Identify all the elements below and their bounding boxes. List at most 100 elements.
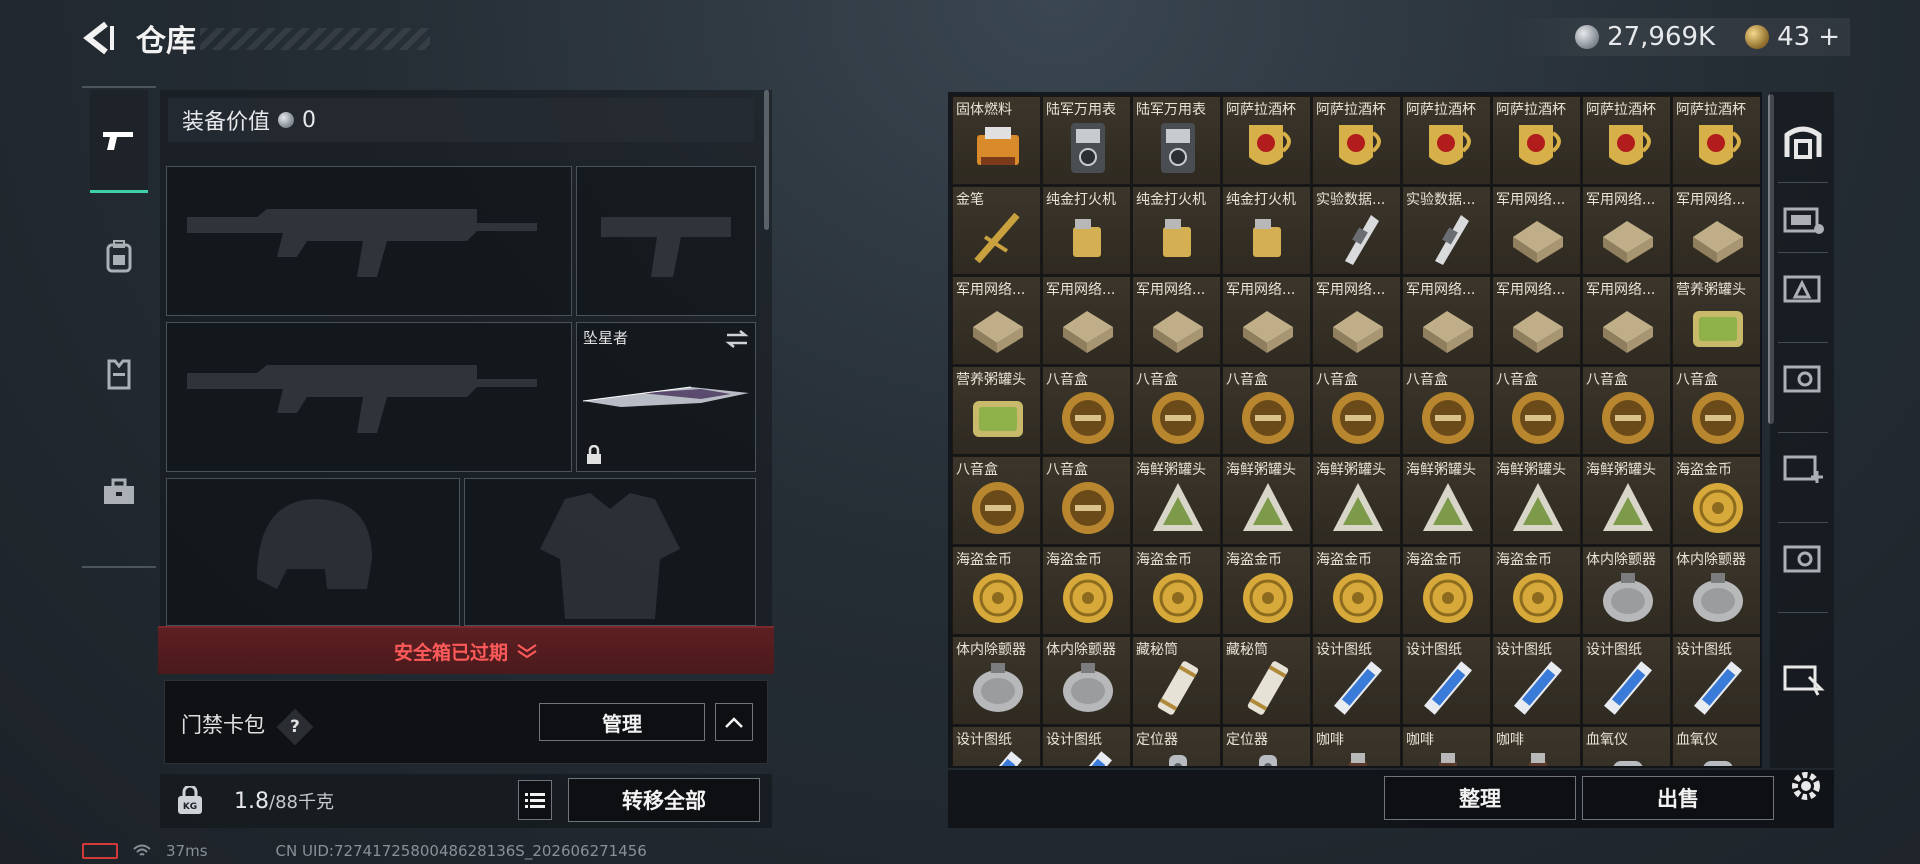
stash-item[interactable]: 八音盒 <box>1042 366 1131 455</box>
stash-item[interactable]: 定位器 <box>1132 726 1221 766</box>
stash-item[interactable]: 设计图纸 <box>1042 726 1131 766</box>
back-button[interactable] <box>80 20 116 56</box>
loadout-scrollbar[interactable] <box>764 90 769 230</box>
manage-button[interactable]: 管理 <box>539 703 705 741</box>
rail-item-storage-2[interactable] <box>1778 262 1828 312</box>
stash-item[interactable]: 体内除颤器 <box>1582 546 1671 635</box>
stash-item[interactable]: 纯金打火机 <box>1132 186 1221 275</box>
stash-item[interactable]: 金笔 <box>952 186 1041 275</box>
secondary-weapon-slot[interactable] <box>166 322 572 472</box>
stash-item[interactable]: 咖啡 <box>1402 726 1491 766</box>
stash-item[interactable]: 咖啡 <box>1312 726 1401 766</box>
primary-weapon-slot[interactable] <box>166 166 572 316</box>
stash-item[interactable]: 海鲜粥罐头 <box>1492 456 1581 545</box>
stash-item[interactable]: 海鲜粥罐头 <box>1132 456 1221 545</box>
swap-icon[interactable] <box>725 329 749 349</box>
stash-item[interactable]: 体内除颤器 <box>1672 546 1760 635</box>
stash-item[interactable]: 军用网络... <box>1672 186 1760 275</box>
stash-item[interactable]: 军用网络... <box>1492 186 1581 275</box>
stash-item[interactable]: 纯金打火机 <box>1042 186 1131 275</box>
stash-item[interactable]: 实验数据... <box>1312 186 1401 275</box>
stash-item[interactable]: 八音盒 <box>1402 366 1491 455</box>
stash-item[interactable]: 阿萨拉酒杯 <box>1582 96 1671 185</box>
stash-item[interactable]: 海鲜粥罐头 <box>1312 456 1401 545</box>
collapse-button[interactable] <box>715 703 753 741</box>
stash-item[interactable]: 阿萨拉酒杯 <box>1222 96 1311 185</box>
stash-item[interactable]: 陆军万用表 <box>1042 96 1131 185</box>
stash-item[interactable]: 营养粥罐头 <box>952 366 1041 455</box>
stash-item[interactable]: 军用网络... <box>1132 276 1221 365</box>
rail-item-storage-3[interactable] <box>1778 352 1828 402</box>
helmet-slot[interactable] <box>166 478 460 626</box>
stash-item[interactable]: 军用网络... <box>1582 186 1671 275</box>
stash-item[interactable]: 设计图纸 <box>952 726 1041 766</box>
rail-item-storage-5[interactable] <box>1778 652 1828 702</box>
list-view-button[interactable] <box>518 780 552 820</box>
tab-weapons[interactable] <box>90 90 148 193</box>
melee-slot[interactable]: 坠星者 <box>576 322 756 472</box>
stash-item[interactable]: 八音盒 <box>1312 366 1401 455</box>
stash-item[interactable]: 阿萨拉酒杯 <box>1312 96 1401 185</box>
stash-item[interactable]: 海盗金币 <box>1492 546 1581 635</box>
stash-item[interactable]: 阿萨拉酒杯 <box>1672 96 1760 185</box>
stash-item[interactable]: 八音盒 <box>1042 456 1131 545</box>
stash-item[interactable]: 海盗金币 <box>952 546 1041 635</box>
rail-item-storage-1[interactable] <box>1778 192 1828 242</box>
stash-item[interactable]: 军用网络... <box>1042 276 1131 365</box>
tab-toolbox[interactable] <box>90 442 148 542</box>
stash-item[interactable]: 血氧仪 <box>1582 726 1671 766</box>
stash-item[interactable]: 阿萨拉酒杯 <box>1402 96 1491 185</box>
stash-item[interactable]: 纯金打火机 <box>1222 186 1311 275</box>
stash-item[interactable]: 海盗金币 <box>1672 456 1760 545</box>
safe-box-expired-banner[interactable]: 安全箱已过期 <box>158 626 774 674</box>
stash-item[interactable]: 军用网络... <box>952 276 1041 365</box>
stash-item[interactable]: 军用网络... <box>1222 276 1311 365</box>
stash-item[interactable]: 军用网络... <box>1312 276 1401 365</box>
tab-vest[interactable] <box>90 324 148 424</box>
stash-item[interactable]: 八音盒 <box>1582 366 1671 455</box>
stash-item[interactable]: 海盗金币 <box>1402 546 1491 635</box>
stash-item[interactable]: 体内除颤器 <box>952 636 1041 725</box>
armor-slot[interactable] <box>464 478 756 626</box>
stash-item[interactable]: 海鲜粥罐头 <box>1582 456 1671 545</box>
stash-item[interactable]: 八音盒 <box>1132 366 1221 455</box>
stash-item[interactable]: 军用网络... <box>1402 276 1491 365</box>
stash-item[interactable]: 海鲜粥罐头 <box>1222 456 1311 545</box>
stash-item[interactable]: 营养粥罐头 <box>1672 276 1760 365</box>
stash-item[interactable]: 设计图纸 <box>1492 636 1581 725</box>
help-icon[interactable]: ? <box>276 708 314 746</box>
stash-item[interactable]: 实验数据... <box>1402 186 1491 275</box>
stash-item[interactable]: 海盗金币 <box>1132 546 1221 635</box>
stash-item[interactable]: 设计图纸 <box>1402 636 1491 725</box>
stash-item[interactable]: 固体燃料 <box>952 96 1041 185</box>
rail-item-add-storage[interactable] <box>1778 442 1828 492</box>
stash-item[interactable]: 陆军万用表 <box>1132 96 1221 185</box>
transfer-all-button[interactable]: 转移全部 <box>568 778 760 822</box>
stash-item[interactable]: 海盗金币 <box>1222 546 1311 635</box>
stash-item[interactable]: 八音盒 <box>1492 366 1581 455</box>
rail-item-storage-4[interactable] <box>1778 532 1828 582</box>
stash-item[interactable]: 军用网络... <box>1582 276 1671 365</box>
stash-item[interactable]: 八音盒 <box>952 456 1041 545</box>
stash-item[interactable]: 血氧仪 <box>1672 726 1760 766</box>
rail-item-stash[interactable] <box>1778 116 1828 166</box>
stash-item[interactable]: 阿萨拉酒杯 <box>1492 96 1581 185</box>
tab-backpack[interactable] <box>90 206 148 306</box>
stash-item[interactable]: 八音盒 <box>1222 366 1311 455</box>
stash-item[interactable]: 八音盒 <box>1672 366 1760 455</box>
sell-button[interactable]: 出售 <box>1582 776 1774 820</box>
sidearm-slot[interactable] <box>576 166 756 316</box>
stash-item[interactable]: 体内除颤器 <box>1042 636 1131 725</box>
add-gold-button[interactable]: + <box>1818 22 1850 52</box>
stash-item[interactable]: 定位器 <box>1222 726 1311 766</box>
stash-item[interactable]: 藏秘筒 <box>1222 636 1311 725</box>
sort-button[interactable]: 整理 <box>1384 776 1576 820</box>
stash-item[interactable]: 设计图纸 <box>1312 636 1401 725</box>
stash-item[interactable]: 设计图纸 <box>1672 636 1760 725</box>
stash-item[interactable]: 藏秘筒 <box>1132 636 1221 725</box>
stash-item[interactable]: 军用网络... <box>1492 276 1581 365</box>
stash-item[interactable]: 设计图纸 <box>1582 636 1671 725</box>
settings-button[interactable] <box>1786 766 1826 806</box>
stash-item[interactable]: 海鲜粥罐头 <box>1402 456 1491 545</box>
stash-item[interactable]: 海盗金币 <box>1312 546 1401 635</box>
